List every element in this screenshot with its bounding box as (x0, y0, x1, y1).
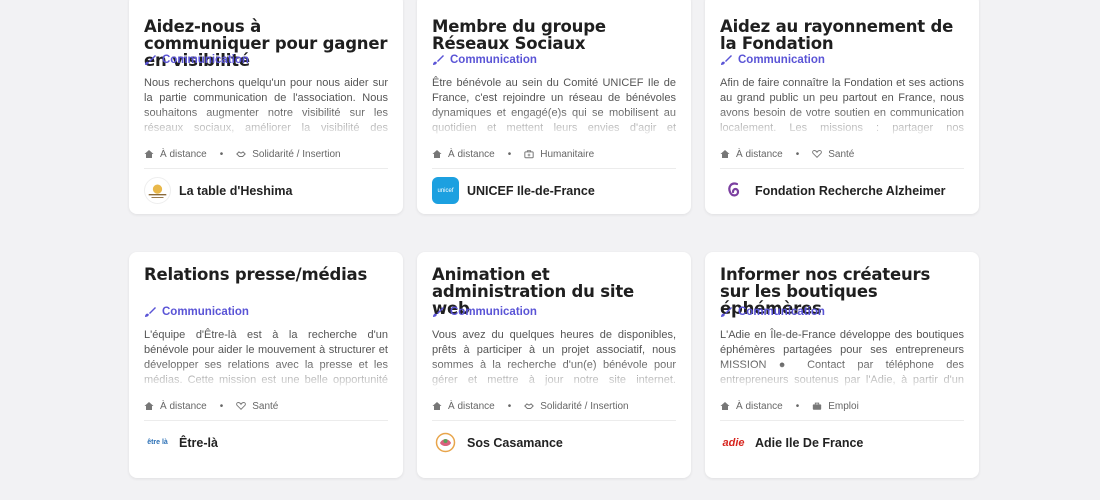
home-icon (720, 150, 730, 158)
home-icon (432, 402, 442, 410)
heart-pulse-icon (236, 402, 247, 410)
logo-text: unicef (437, 187, 454, 194)
org-logo (432, 429, 459, 456)
brush-icon (433, 55, 444, 65)
organization[interactable]: unicef UNICEF Ile-de-France (432, 169, 676, 210)
meta-separator: • (219, 148, 224, 160)
home-icon (144, 402, 154, 410)
org-name: UNICEF Ile-de-France (467, 183, 595, 198)
mission-card[interactable]: Relations presse/médias Communication L'… (129, 252, 403, 478)
mission-card[interactable]: Aidez-nous à communiquer pour gagner en … (129, 0, 403, 214)
handshake-icon (524, 403, 535, 409)
handshake-icon (236, 151, 247, 157)
mission-card[interactable]: Membre du groupe Réseaux Sociaux Communi… (417, 0, 691, 214)
category-label: Communication (450, 306, 537, 318)
logo-text: adie (722, 436, 745, 449)
cause-label: Emploi (828, 400, 859, 412)
home-icon (144, 150, 154, 158)
mission-description: Être bénévole au sein du Comité UNICEF I… (432, 76, 676, 138)
mission-meta: À distance • Humanitaire (432, 147, 676, 161)
location-label: À distance (160, 148, 207, 160)
brush-icon (145, 55, 156, 65)
org-name: Adie Ile De France (755, 435, 864, 450)
category-tag: Communication (144, 52, 388, 68)
mission-description: Vous avez du quelques heures de disponib… (432, 328, 676, 390)
organization[interactable]: adie Adie Ile De France (720, 421, 964, 462)
mission-title[interactable]: Aidez au rayonnement de la Fondation (720, 0, 964, 52)
meta-separator: • (507, 148, 512, 160)
cause-label: Santé (252, 400, 279, 412)
category-label: Communication (450, 54, 537, 66)
cause-label: Solidarité / Insertion (540, 400, 629, 412)
organization[interactable]: être là Être-là (144, 421, 388, 462)
brush-icon (721, 307, 732, 317)
mission-meta: À distance • Emploi (720, 399, 964, 413)
mission-card[interactable]: Aidez au rayonnement de la Fondation Com… (705, 0, 979, 214)
mission-description: Afin de faire connaître la Fondation et … (720, 76, 964, 138)
brush-icon (721, 55, 732, 65)
mission-description: L'équipe d'Être-là est à la recherche d'… (144, 328, 388, 390)
mission-title[interactable]: Aidez-nous à communiquer pour gagner en … (144, 0, 388, 69)
location-label: À distance (448, 400, 495, 412)
org-logo: être là (144, 429, 171, 456)
location-label: À distance (160, 400, 207, 412)
heart-pulse-icon (812, 150, 823, 158)
logo-text: être là (147, 439, 168, 446)
meta-separator: • (795, 148, 800, 160)
location-label: À distance (736, 148, 783, 160)
cause-label: Santé (828, 148, 855, 160)
org-logo: unicef (432, 177, 459, 204)
mission-meta: À distance • Santé (144, 399, 388, 413)
category-label: Communication (162, 306, 249, 318)
mission-meta: À distance • Santé (720, 147, 964, 161)
org-logo: adie (720, 429, 747, 456)
mission-description: L'Adie en Île-de-France développe des bo… (720, 328, 964, 390)
mission-card[interactable]: Informer nos créateurs sur les boutiques… (705, 252, 979, 478)
org-name: Sos Casamance (467, 435, 563, 450)
org-name: Fondation Recherche Alzheimer (755, 183, 946, 198)
mission-meta: À distance • Solidarité / Insertion (432, 399, 676, 413)
org-name: Être-là (179, 435, 218, 450)
category-label: Communication (162, 54, 249, 66)
category-label: Communication (738, 54, 825, 66)
mission-card[interactable]: Animation et administration du site web … (417, 252, 691, 478)
brush-icon (433, 307, 444, 317)
category-tag: Communication (144, 304, 388, 320)
home-icon (432, 150, 442, 158)
mission-grid-row-2: Relations presse/médias Communication L'… (129, 252, 980, 478)
brush-icon (145, 307, 156, 317)
mission-title[interactable]: Membre du groupe Réseaux Sociaux (432, 0, 676, 52)
category-tag: Communication (432, 52, 676, 68)
mission-title[interactable]: Animation et administration du site web (432, 252, 676, 317)
mission-title[interactable]: Relations presse/médias (144, 252, 388, 304)
meta-separator: • (795, 400, 800, 412)
mission-title[interactable]: Informer nos créateurs sur les boutiques… (720, 252, 964, 317)
medkit-icon (524, 150, 534, 159)
meta-separator: • (507, 400, 512, 412)
org-logo (720, 177, 747, 204)
category-label: Communication (738, 306, 825, 318)
organization[interactable]: Fondation Recherche Alzheimer (720, 169, 964, 210)
mission-description: Nous recherchons quelqu'un pour nous aid… (144, 76, 388, 138)
briefcase-icon (813, 402, 822, 410)
category-tag: Communication (432, 304, 676, 320)
mission-meta: À distance • Solidarité / Insertion (144, 147, 388, 161)
category-tag: Communication (720, 52, 964, 68)
org-name: La table d'Heshima (179, 183, 293, 198)
location-label: À distance (736, 400, 783, 412)
location-label: À distance (448, 148, 495, 160)
home-icon (720, 402, 730, 410)
meta-separator: • (219, 400, 224, 412)
cause-label: Solidarité / Insertion (252, 148, 341, 160)
organization[interactable]: Sos Casamance (432, 421, 676, 462)
org-logo (144, 177, 171, 204)
category-tag: Communication (720, 304, 964, 320)
mission-grid-row-1: Aidez-nous à communiquer pour gagner en … (129, 0, 980, 214)
cause-label: Humanitaire (540, 148, 595, 160)
organization[interactable]: La table d'Heshima (144, 169, 388, 210)
